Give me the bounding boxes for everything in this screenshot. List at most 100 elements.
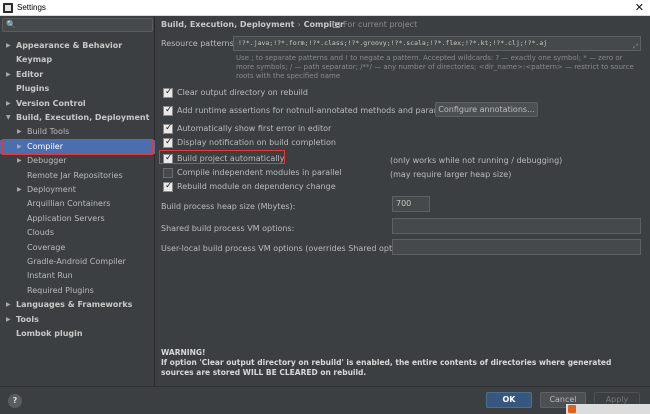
tree-item-version-control[interactable]: ▶ Version Control: [0, 97, 155, 111]
taskbar-overlay: [566, 404, 650, 414]
help-icon[interactable]: ?: [8, 394, 22, 408]
heap-size-input[interactable]: 700: [392, 196, 430, 212]
tree-item-label: Lombok plugin: [16, 329, 83, 338]
expand-icon[interactable]: ⤢: [633, 40, 638, 50]
tree-item-label: Application Servers: [27, 213, 105, 223]
tree-item-lombok-plugin[interactable]: Lombok plugin: [0, 327, 155, 341]
project-scope-text: For current project: [343, 20, 418, 29]
tree-item-plugins[interactable]: Plugins: [0, 82, 155, 96]
warning-message: WARNING! If option 'Clear output directo…: [161, 348, 645, 378]
tree-item-label: Debugger: [27, 156, 67, 166]
breadcrumb: Build, Execution, Deployment › Compiler: [161, 20, 344, 29]
chevron-down-icon[interactable]: ▼: [6, 111, 11, 125]
checkbox-display-notification-on-build-completion[interactable]: [163, 136, 173, 148]
tree-item-tools[interactable]: ▶ Tools: [0, 313, 155, 327]
checkbox-build-project-automatically[interactable]: [163, 152, 173, 164]
chevron-right-icon[interactable]: ▶: [6, 313, 11, 327]
shared-vm-input[interactable]: [392, 218, 641, 234]
chevron-right-icon[interactable]: ▶: [6, 39, 11, 53]
tree-item-gradle-android-compiler[interactable]: Gradle-Android Compiler: [0, 255, 155, 269]
settings-sidebar: 🔍 ▶ Appearance & Behavior Keymap ▶ Editor Plu…: [0, 16, 155, 386]
checkbox-add-runtime-assertions-for-notnull-annotated-methods-and-parameters[interactable]: [163, 104, 173, 116]
tree-item-label: Keymap: [16, 55, 53, 65]
settings-search-input[interactable]: 🔍: [2, 18, 153, 32]
chevron-right-icon[interactable]: ▶: [17, 154, 22, 168]
checkbox-clear-output-directory-on-rebuild[interactable]: [163, 86, 173, 98]
tree-item-label: Clouds: [27, 228, 55, 238]
build-auto-note: (only works while not running / debuggin…: [390, 156, 563, 165]
tree-item-label: Plugins: [16, 84, 50, 94]
breadcrumb-separator: ›: [297, 20, 301, 29]
chevron-right-icon[interactable]: ▶: [17, 140, 22, 154]
chevron-right-icon[interactable]: ▶: [6, 68, 11, 82]
tree-item-instant-run[interactable]: Instant Run: [0, 269, 155, 283]
parallel-note: (may require larger heap size): [390, 170, 512, 179]
checkbox-automatically-show-first-error-in-editor[interactable]: [163, 122, 173, 134]
checkbox-compile-independent-modules-in-parallel[interactable]: [163, 168, 173, 178]
tree-item-debugger[interactable]: ▶ Debugger: [0, 154, 155, 168]
tree-item-build-execution-deployment[interactable]: ▼ Build, Execution, Deployment: [0, 111, 155, 125]
window-title: Settings: [17, 3, 46, 12]
warning-text: If option 'Clear output directory on reb…: [161, 358, 612, 377]
tree-item-label: Coverage: [27, 242, 66, 252]
tree-item-label: Version Control: [16, 98, 86, 108]
compiler-settings-panel: Build, Execution, Deployment › Compiler Fo…: [155, 16, 650, 386]
tree-item-label: Compiler: [27, 141, 64, 151]
tree-item-label: Gradle-Android Compiler: [27, 257, 126, 266]
breadcrumb-parent: Build, Execution, Deployment: [161, 20, 295, 29]
resource-patterns-hint: Use ; to separate patterns and ! to nega…: [236, 54, 634, 80]
tree-item-deployment[interactable]: ▶ Deployment: [0, 183, 155, 197]
dialog-footer: ? OK Cancel Apply: [0, 386, 650, 414]
checkbox-label: Clear output directory on rebuild: [177, 88, 308, 97]
chevron-right-icon[interactable]: ▶: [17, 125, 22, 139]
tree-item-coverage[interactable]: Coverage: [0, 241, 155, 255]
tree-item-compiler[interactable]: ▶ Compiler: [0, 139, 155, 154]
checkbox-label: Build project automatically: [177, 154, 285, 163]
tree-item-arquillian-containers[interactable]: Arquillian Containers: [0, 197, 155, 211]
tree-item-label: Remote Jar Repositories: [27, 170, 123, 180]
tree-item-label: Build Tools: [27, 127, 70, 137]
checkbox-label: Add runtime assertions for notnull-annot…: [177, 106, 462, 115]
tree-item-build-tools[interactable]: ▶ Build Tools: [0, 125, 155, 139]
tree-item-label: Tools: [16, 314, 39, 324]
tree-item-label: Build, Execution, Deployment: [16, 113, 150, 122]
tree-item-appearance-behavior[interactable]: ▶ Appearance & Behavior: [0, 39, 155, 53]
tree-item-label: Deployment: [27, 185, 76, 194]
checkbox-label: Rebuild module on dependency change: [177, 182, 336, 191]
tray-icon: [568, 405, 576, 413]
tree-item-label: Arquillian Containers: [27, 199, 111, 209]
resource-patterns-input[interactable]: !?*.java;!?*.form;!?*.class;!?*.groovy;!…: [233, 36, 641, 51]
search-icon: 🔍: [6, 20, 16, 29]
tree-item-label: Instant Run: [27, 271, 73, 281]
tree-item-label: Languages & Frameworks: [16, 300, 133, 310]
checkbox-label: Automatically show first error in editor: [177, 124, 332, 133]
resource-patterns-label: Resource patterns:: [161, 39, 237, 48]
project-scope-label: For current project: [333, 20, 417, 29]
heap-size-label: Build process heap size (Mbytes):: [161, 202, 296, 211]
title-bar: Settings ✕: [0, 0, 650, 16]
configure-annotations-button[interactable]: Configure annotations...: [435, 102, 538, 117]
warning-title: WARNING!: [161, 348, 206, 357]
chevron-right-icon[interactable]: ▶: [6, 97, 11, 111]
ok-button[interactable]: OK: [486, 392, 532, 408]
tree-item-label: Required Plugins: [27, 285, 94, 295]
user-vm-label: User-local build process VM options (ove…: [161, 244, 415, 253]
checkbox-label: Compile independent modules in parallel: [177, 168, 342, 177]
chevron-right-icon[interactable]: ▶: [6, 298, 11, 312]
resource-patterns-value: !?*.java;!?*.form;!?*.class;!?*.groovy;!…: [238, 39, 548, 47]
tree-item-application-servers[interactable]: Application Servers: [0, 212, 155, 226]
close-icon[interactable]: ✕: [635, 0, 644, 15]
chevron-right-icon[interactable]: ▶: [17, 183, 22, 197]
tree-item-editor[interactable]: ▶ Editor: [0, 68, 155, 82]
tree-item-remote-jar-repositories[interactable]: Remote Jar Repositories: [0, 169, 155, 183]
tree-item-languages-frameworks[interactable]: ▶ Languages & Frameworks: [0, 298, 155, 312]
tree-item-clouds[interactable]: Clouds: [0, 226, 155, 240]
tree-item-required-plugins[interactable]: Required Plugins: [0, 284, 155, 298]
tree-item-label: Appearance & Behavior: [16, 41, 123, 50]
project-icon: [333, 22, 340, 28]
user-vm-input[interactable]: [392, 239, 641, 255]
tree-item-keymap[interactable]: Keymap: [0, 53, 155, 67]
checkbox-rebuild-module-on-dependency-change[interactable]: [163, 180, 173, 192]
shared-vm-label: Shared build process VM options:: [161, 224, 295, 233]
app-icon: [3, 3, 13, 13]
